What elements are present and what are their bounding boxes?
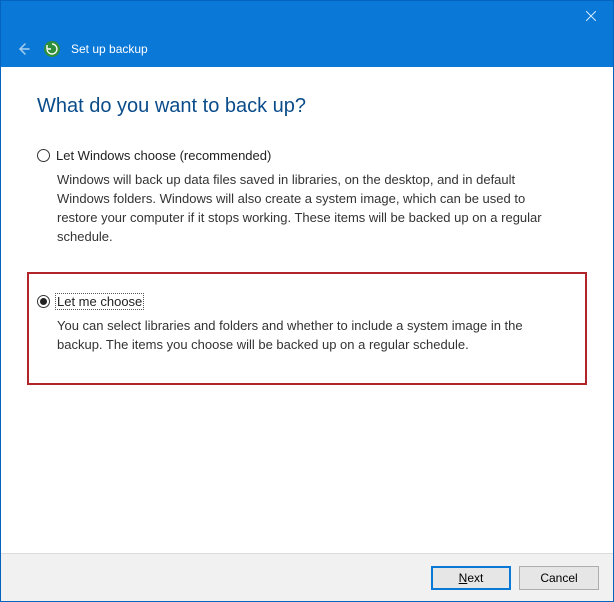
radio-let-me-choose[interactable] (37, 295, 50, 308)
option-description: Windows will back up data files saved in… (57, 171, 567, 246)
option-label: Let Windows choose (recommended) (56, 148, 271, 163)
option-label: Let me choose (56, 294, 143, 309)
option-description: You can select libraries and folders and… (57, 317, 567, 355)
footer-bar: Next Cancel (1, 553, 613, 601)
back-arrow-icon[interactable] (13, 39, 33, 59)
option-let-me-choose[interactable]: Let me choose You can select libraries a… (37, 292, 575, 357)
page-heading: What do you want to back up? (37, 95, 577, 118)
header-bar: Set up backup (1, 31, 613, 67)
header-title: Set up backup (71, 42, 148, 56)
next-button-rest: ext (467, 571, 483, 585)
cancel-button[interactable]: Cancel (519, 566, 599, 590)
option-let-windows-choose[interactable]: Let Windows choose (recommended) Windows… (37, 146, 577, 248)
wizard-window: Set up backup What do you want to back u… (0, 0, 614, 602)
next-button[interactable]: Next (431, 566, 511, 590)
radio-let-windows-choose[interactable] (37, 149, 50, 162)
content-area: What do you want to back up? Let Windows… (1, 67, 613, 553)
highlight-annotation: Let me choose You can select libraries a… (27, 272, 587, 385)
close-button[interactable] (569, 1, 613, 31)
backup-icon (43, 40, 61, 58)
titlebar (1, 1, 613, 31)
